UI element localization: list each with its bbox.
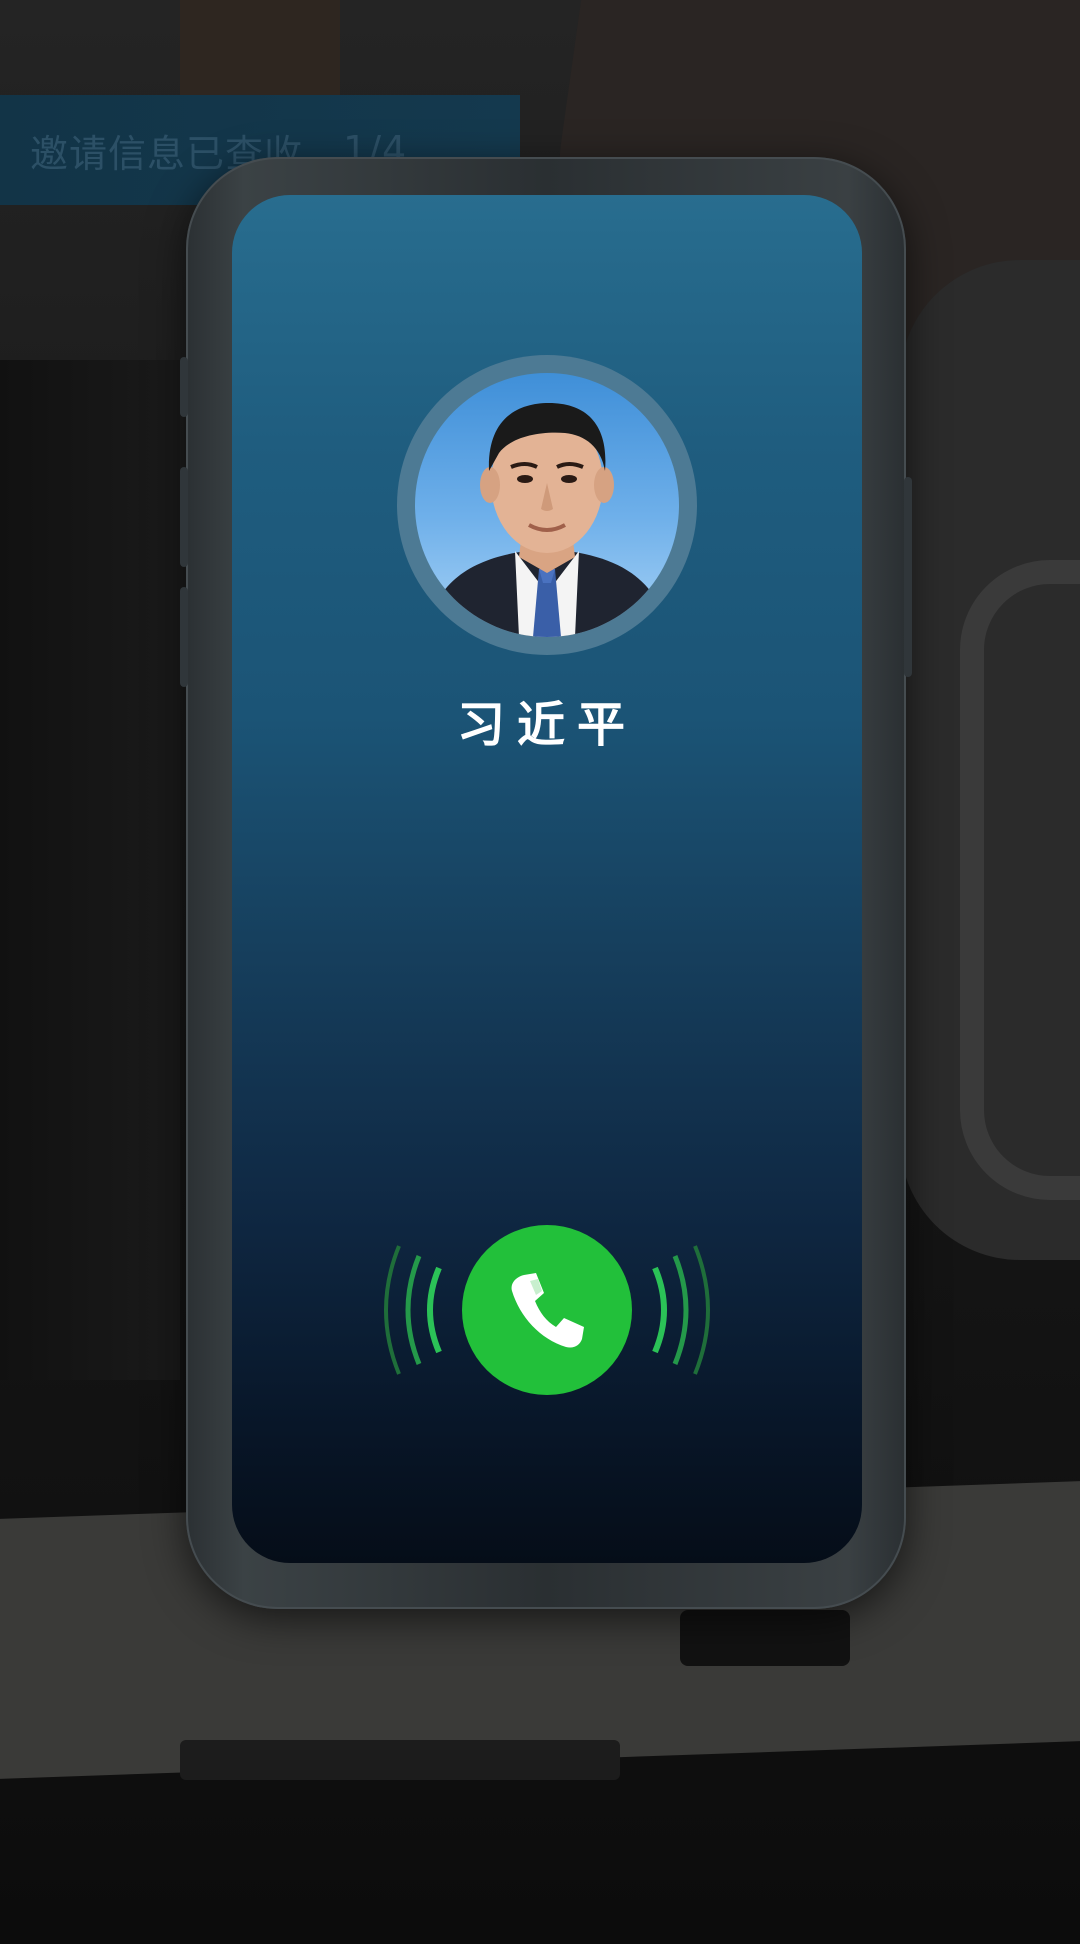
answer-call-button[interactable] <box>462 1225 632 1395</box>
phone-volume-up <box>180 467 188 567</box>
caller-portrait <box>425 403 669 637</box>
background-decor <box>680 1610 850 1666</box>
caller-avatar-ring <box>397 355 697 655</box>
ringing-waves-right-icon <box>652 1245 710 1375</box>
phone-handset-icon <box>511 1273 584 1348</box>
caller-avatar <box>415 373 679 637</box>
answer-call-control <box>377 1225 717 1405</box>
incoming-call-screen: 邀请信息已查收 1/4 习近平 <box>0 0 1080 1944</box>
phone-volume-down <box>180 587 188 687</box>
phone-power-button <box>904 477 912 677</box>
phone-mute-switch <box>180 357 188 417</box>
background-decor <box>180 1740 620 1780</box>
phone-screen: 习近平 <box>232 195 862 1563</box>
phone-frame: 习近平 <box>180 157 912 1609</box>
background-decor <box>960 560 1080 1200</box>
caller-name: 习近平 <box>456 697 637 753</box>
background-decor <box>0 360 180 1380</box>
ringing-waves-left-icon <box>384 1245 442 1375</box>
